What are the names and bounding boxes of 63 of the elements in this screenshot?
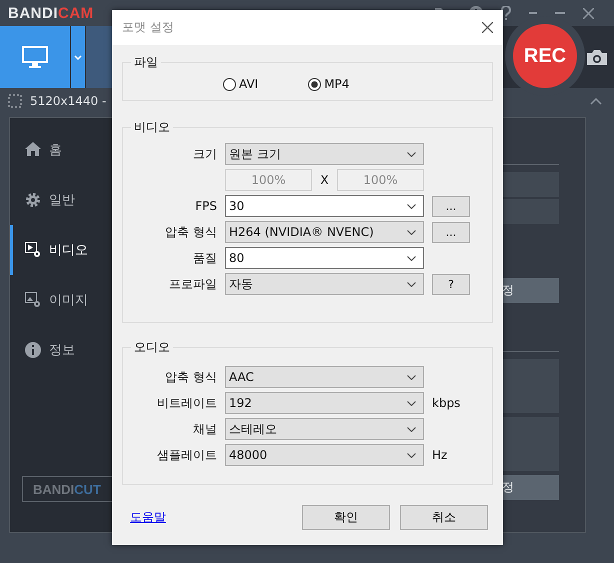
help-link[interactable]: 도움말 <box>130 509 166 526</box>
record-button[interactable]: REC <box>513 24 577 88</box>
field-label: 품질 <box>192 250 217 266</box>
monitor-icon <box>22 46 48 68</box>
field-label: 크기 <box>192 146 217 162</box>
video-gear-icon <box>25 242 41 258</box>
sidebar-item[interactable]: 이미지 <box>10 275 120 325</box>
option-button[interactable]: ... <box>432 196 470 216</box>
dialog-button[interactable]: 취소 <box>400 505 488 530</box>
settings-icon <box>25 192 41 208</box>
chevron-icon <box>407 152 416 156</box>
chevron-icon <box>407 230 416 234</box>
radio-option[interactable]: MP4 <box>308 77 350 91</box>
field-label: 비트레이트 <box>156 394 217 412</box>
field-label: FPS <box>194 199 217 213</box>
camera-icon[interactable] <box>587 49 607 65</box>
selection-icon <box>8 94 22 108</box>
field-label: 샘플레이트 <box>156 446 217 464</box>
option-button[interactable]: ? <box>432 274 470 294</box>
chevron-icon <box>407 452 416 458</box>
chevron-icon <box>407 426 416 432</box>
group-title: 오디오 <box>131 339 173 356</box>
chevron-icon <box>407 282 416 286</box>
unit-label: Hz <box>432 448 448 462</box>
sidebar-item[interactable]: 일반 <box>10 175 120 225</box>
help-icon[interactable] <box>501 6 511 20</box>
option-button[interactable]: ... <box>432 222 470 242</box>
field-label: 압축 형식 <box>164 368 217 386</box>
sidebar-item[interactable]: 홈 <box>10 125 120 175</box>
dropdown[interactable]: H264 (NVIDIA® NVENC) <box>225 221 424 243</box>
chevron-icon <box>407 374 416 380</box>
dropdown[interactable]: 80 <box>225 247 424 269</box>
group-title: 파일 <box>131 54 161 71</box>
chevron-icon <box>407 204 416 208</box>
chevron-icon <box>74 54 82 60</box>
unit-label: kbps <box>432 396 460 410</box>
screen-mode-button[interactable] <box>0 26 70 88</box>
dropdown[interactable]: 30 <box>225 195 424 217</box>
field-label: 채널 <box>192 420 217 438</box>
dropdown[interactable]: 48000 <box>225 444 424 466</box>
dropdown[interactable]: 192 <box>225 392 424 414</box>
home-icon <box>25 142 41 158</box>
sidebar-item[interactable]: 정보 <box>10 325 120 375</box>
image-gear-icon <box>25 292 41 308</box>
resolution-text: 5120x1440 - <box>30 94 106 108</box>
close-icon[interactable] <box>482 22 493 33</box>
dropdown[interactable]: 스테레오 <box>225 418 424 440</box>
radio-option[interactable]: AVI <box>223 77 258 91</box>
dialog-button[interactable]: 확인 <box>302 505 390 530</box>
dropdown[interactable]: 자동 <box>225 273 424 295</box>
group-title: 비디오 <box>131 119 173 136</box>
field-label: 압축 형식 <box>164 224 217 240</box>
collapse-icon[interactable] <box>590 98 602 104</box>
chevron-icon <box>407 400 416 406</box>
app-logo: BANDICAM <box>8 4 94 22</box>
times-label: X <box>320 173 329 187</box>
info-icon <box>25 342 41 358</box>
dropdown[interactable]: AAC <box>225 366 424 388</box>
dropdown[interactable]: 원본 크기 <box>225 143 424 165</box>
chevron-icon <box>407 256 416 260</box>
field-label: 프로파일 <box>168 276 217 292</box>
close-icon[interactable] <box>583 8 594 18</box>
dialog-title: 포맷 설정 <box>122 19 174 36</box>
